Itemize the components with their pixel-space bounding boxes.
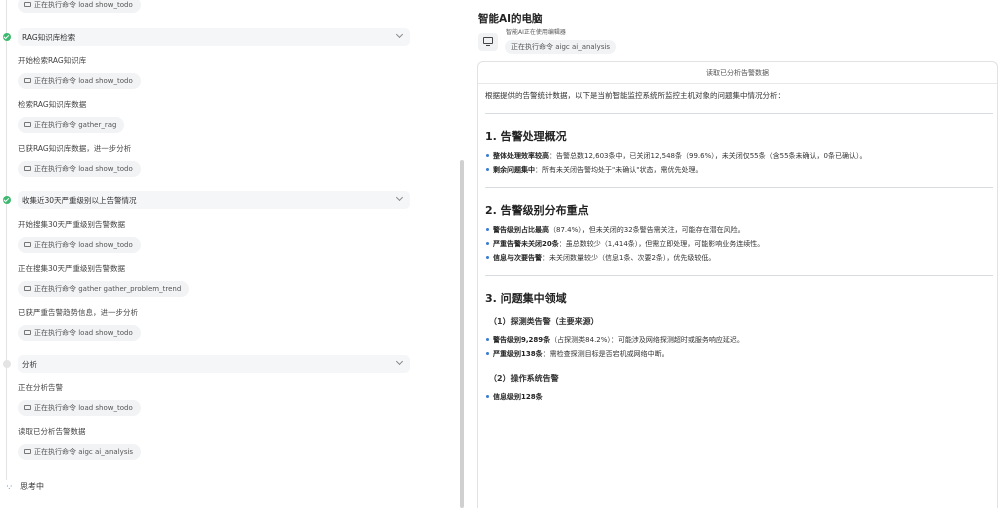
list-item: 严重级别138条：需检查探测目标是否宕机或网络中断。: [486, 350, 669, 358]
task-group-title: RAG知识库检索: [22, 33, 76, 42]
list-item: 严重告警未关闭20条：虽总数较少（1,414条），但需立即处理，可能影响业务连续…: [485, 240, 765, 248]
monitor-icon: [478, 33, 498, 51]
timeline-line: [6, 0, 7, 480]
command-chip: 正在执行命令 load show_todo: [18, 237, 141, 253]
command-chip: 正在执行命令 load show_todo: [18, 325, 141, 341]
task-group-rag[interactable]: RAG知识库检索: [18, 28, 410, 46]
subsection-heading: （1）探测类告警（主要来源）: [489, 317, 599, 326]
loading-spinner-icon: ·.·: [6, 482, 13, 492]
command-chip: 正在执行命令 gather gather_problem_trend: [18, 281, 190, 297]
command-chip: 正在执行命令 gather_rag: [18, 117, 125, 133]
status-text: 智能AI正在使用编辑器: [506, 29, 566, 36]
list-item: 剩余问题集中：所有未关闭告警均处于"未确认"状态，需优先处理。: [485, 166, 703, 174]
monitor-icon: [24, 449, 31, 454]
section-heading: 2. 告警级别分布重点: [485, 204, 589, 217]
step-text: 开始搜集30天严重级别告警数据: [18, 220, 126, 229]
monitor-icon: [24, 242, 31, 247]
monitor-icon: [24, 405, 31, 410]
thinking-indicator: ·.· 思考中: [6, 482, 44, 492]
task-group-analysis[interactable]: 分析: [18, 355, 410, 373]
chevron-down-icon[interactable]: [395, 30, 404, 39]
command-chip: 正在执行命令 aigc ai_analysis: [18, 444, 142, 460]
task-group-title: 收集近30天严重级别以上告警情况: [22, 196, 137, 205]
chevron-down-icon[interactable]: [395, 357, 404, 366]
list-item: 信息级别128条: [486, 393, 543, 401]
panel-title: 智能AI的电脑: [478, 13, 543, 25]
list-item: 整体处理效率较高：告警总数12,603条中，已关闭12,548条（99.6%），…: [486, 152, 867, 160]
step-text: 已获RAG知识库数据，进一步分析: [18, 144, 132, 153]
step-text: 读取已分析告警数据: [18, 427, 86, 436]
chevron-down-icon[interactable]: [395, 193, 404, 202]
divider: [485, 275, 993, 276]
ai-computer-panel: 智能AI的电脑 智能AI正在使用编辑器 正在执行命令 aigc ai_analy…: [476, 0, 1000, 508]
command-chip: 正在执行命令 load show_todo: [18, 0, 141, 13]
task-group-title: 分析: [22, 360, 37, 369]
step-text: 开始检索RAG知识库: [18, 56, 87, 65]
command-chip: 正在执行命令 load show_todo: [18, 73, 141, 89]
editor-header: 读取已分析告警数据: [478, 62, 997, 84]
step-text: 正在分析告警: [18, 383, 63, 392]
section-heading: 3. 问题集中领域: [485, 292, 567, 305]
section-heading: 1. 告警处理概况: [485, 130, 567, 143]
step-text: 已获严重告警趋势信息，进一步分析: [18, 308, 138, 317]
step-done-icon: [3, 196, 11, 204]
monitor-icon: [24, 166, 31, 171]
command-chip: 正在执行命令 load show_todo: [18, 161, 141, 177]
monitor-icon: [24, 2, 31, 7]
monitor-icon: [24, 330, 31, 335]
intro-text: 根据提供的告警统计数据，以下是当前智能监控系统所监控主机对象的问题集中情况分析：: [485, 91, 785, 100]
list-item: 警告级别9,289条（占探测类84.2%）：可能涉及网络探测超时或服务响应延迟。: [486, 336, 744, 344]
command-chip: 正在执行命令 aigc ai_analysis: [505, 40, 617, 54]
editor-panel: 读取已分析告警数据 根据提供的告警统计数据，以下是当前智能监控系统所监控主机对象…: [477, 61, 998, 508]
subsection-heading: （2）操作系统告警: [489, 374, 559, 383]
monitor-icon: [24, 122, 31, 127]
scrollbar[interactable]: [460, 160, 464, 508]
list-item: 信息与次要告警：未关闭数量较少（信息1条、次要2条），优先级较低。: [485, 254, 716, 262]
step-text: 检索RAG知识库数据: [18, 100, 87, 109]
monitor-icon: [24, 286, 31, 291]
divider: [485, 113, 993, 114]
divider: [485, 187, 993, 188]
step-done-icon: [3, 33, 11, 41]
list-item: 警告级别占比最高（87.4%），但未关闭的32条警告需关注，可能存在潜在风险。: [486, 226, 745, 234]
monitor-icon: [24, 78, 31, 83]
task-group-alerts[interactable]: 收集近30天严重级别以上告警情况: [18, 191, 410, 209]
task-timeline-panel: 正在执行命令 load show_todo RAG知识库检索 开始检索RAG知识…: [0, 0, 468, 508]
step-text: 正在搜集30天严重级别告警数据: [18, 264, 126, 273]
step-pending-icon: [3, 360, 11, 368]
command-chip: 正在执行命令 load show_todo: [18, 400, 141, 416]
